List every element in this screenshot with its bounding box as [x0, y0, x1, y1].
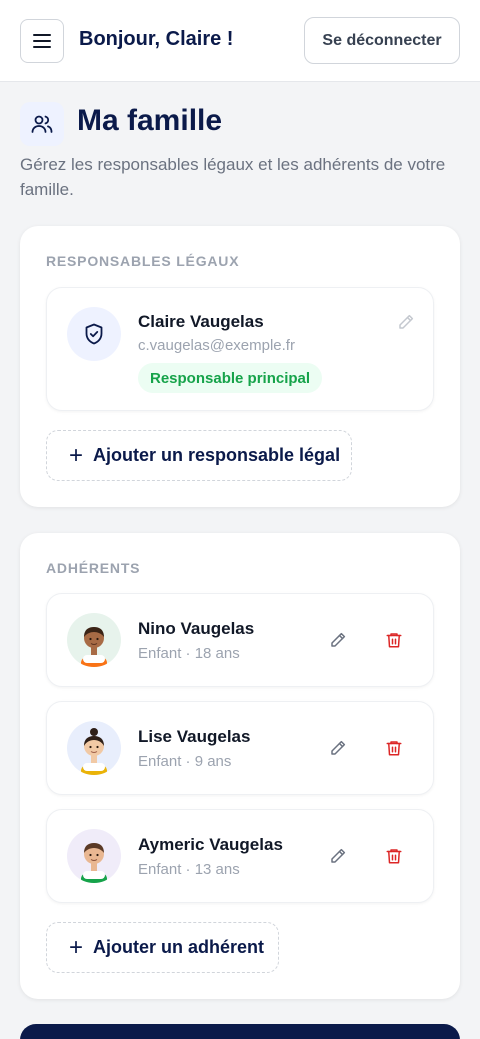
- page-description: Gérez les responsables légaux et les adh…: [20, 155, 446, 199]
- top-bar: Bonjour, Claire ! Se déconnecter: [0, 0, 480, 82]
- menu-button[interactable]: [20, 19, 64, 63]
- delete-member-button[interactable]: [380, 626, 408, 654]
- menu-icon: [33, 34, 51, 48]
- member-name: Nino Vaugelas: [138, 619, 255, 638]
- member-detail: Enfant · 13 ans: [138, 861, 240, 878]
- members-section-title: ADHÉRENTS: [46, 560, 141, 576]
- greeting-text: Bonjour, Claire !: [79, 28, 234, 50]
- guardians-section-title: RESPONSABLES LÉGAUX: [46, 253, 240, 269]
- plus-icon: +: [69, 441, 84, 469]
- add-member-label: Ajouter un adhérent: [93, 937, 265, 957]
- pencil-icon: [331, 740, 346, 755]
- member-card: Lise Vaugelas Enfant · 9 ans: [46, 701, 434, 795]
- shield-check-icon: [85, 323, 103, 345]
- plus-icon: +: [69, 933, 84, 961]
- member-avatar: [67, 721, 121, 775]
- add-member-button[interactable]: + Ajouter un adhérent: [46, 922, 279, 973]
- users-icon: [31, 115, 53, 133]
- delete-member-button[interactable]: [380, 842, 408, 870]
- member-name: Lise Vaugelas: [138, 727, 251, 746]
- edit-member-button[interactable]: [324, 734, 352, 762]
- pencil-icon: [399, 314, 414, 329]
- logout-button[interactable]: Se déconnecter: [304, 17, 460, 64]
- guardian-avatar: [67, 307, 121, 361]
- edit-guardian-button[interactable]: [392, 308, 420, 336]
- add-guardian-button[interactable]: + Ajouter un responsable légal: [46, 430, 352, 481]
- bottom-action-bar[interactable]: [20, 1024, 460, 1039]
- guardian-email: c.vaugelas@exemple.fr: [138, 337, 295, 354]
- trash-icon: [386, 741, 402, 756]
- member-name: Aymeric Vaugelas: [138, 835, 283, 854]
- member-avatar: [67, 613, 121, 667]
- member-card: Nino Vaugelas Enfant · 18 ans: [46, 593, 434, 687]
- trash-icon: [386, 849, 402, 864]
- member-detail: Enfant · 9 ans: [138, 753, 232, 770]
- delete-member-button[interactable]: [380, 734, 408, 762]
- guardians-card: RESPONSABLES LÉGAUX Claire Vaugelas c.va…: [20, 226, 460, 507]
- edit-member-button[interactable]: [324, 842, 352, 870]
- pencil-icon: [331, 632, 346, 647]
- boy-avatar-icon: [81, 843, 107, 883]
- member-detail: Enfant · 18 ans: [138, 645, 240, 662]
- page-title: Ma famille: [77, 104, 223, 137]
- primary-guardian-badge: Responsable principal: [138, 363, 323, 393]
- member-card: Aymeric Vaugelas Enfant · 13 ans: [46, 809, 434, 903]
- guardian-name: Claire Vaugelas: [138, 312, 264, 331]
- family-page-icon: [20, 102, 64, 146]
- guardian-card: Claire Vaugelas c.vaugelas@exemple.fr Re…: [46, 287, 434, 411]
- girl-avatar-icon: [81, 728, 107, 775]
- edit-member-button[interactable]: [324, 626, 352, 654]
- boy-avatar-icon: [81, 627, 107, 667]
- add-guardian-label: Ajouter un responsable légal: [93, 445, 341, 465]
- members-card: ADHÉRENTS Nino Vaugelas Enfant · 18 ans: [20, 533, 460, 999]
- member-avatar: [67, 829, 121, 883]
- pencil-icon: [331, 848, 346, 863]
- trash-icon: [386, 633, 402, 648]
